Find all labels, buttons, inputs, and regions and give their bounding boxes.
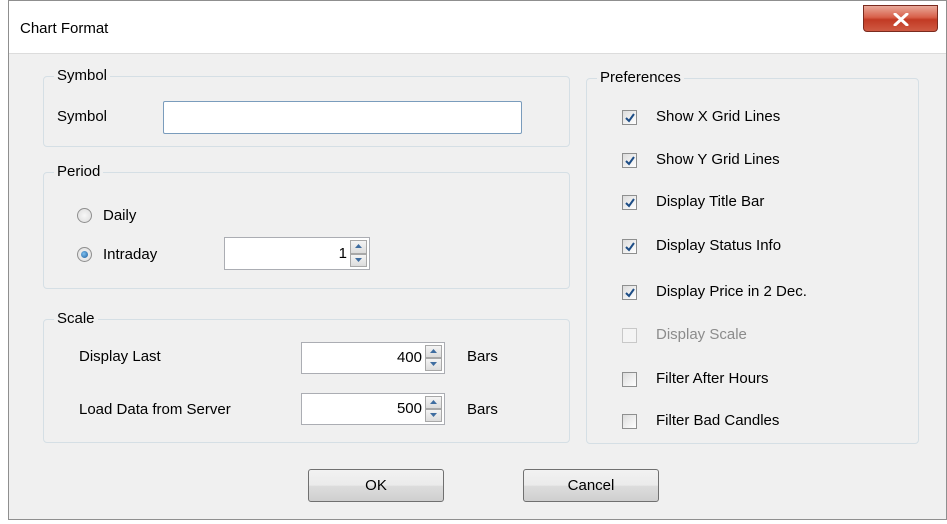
pref-label-0[interactable]: Show X Grid Lines — [656, 108, 780, 125]
pref-label-5: Display Scale — [656, 326, 747, 343]
daily-label[interactable]: Daily — [103, 207, 136, 224]
symbol-group-legend: Symbol — [54, 67, 111, 84]
pref-label-3[interactable]: Display Status Info — [656, 237, 781, 254]
title-bar: Chart Format — [9, 1, 946, 54]
intraday-radio[interactable] — [77, 247, 92, 262]
preferences-group: Preferences Show X Grid Lines Show Y Grid… — [586, 69, 919, 444]
symbol-group: Symbol Symbol — [43, 67, 570, 147]
pref-label-2[interactable]: Display Title Bar — [656, 193, 764, 210]
pref-label-7[interactable]: Filter Bad Candles — [656, 412, 779, 429]
checkmark-icon — [625, 198, 635, 208]
display-last-up-arrow[interactable] — [425, 345, 442, 358]
pref-checkbox-0[interactable] — [622, 110, 637, 125]
pref-label-6[interactable]: Filter After Hours — [656, 370, 769, 387]
checkmark-icon — [625, 156, 635, 166]
load-data-unit: Bars — [467, 401, 498, 418]
scale-group-legend: Scale — [54, 310, 98, 327]
intraday-stepper[interactable]: 1 — [224, 237, 370, 270]
symbol-label: Symbol — [57, 108, 108, 125]
pref-label-4[interactable]: Display Price in 2 Dec. — [656, 283, 807, 300]
daily-radio[interactable] — [77, 208, 92, 223]
intraday-down-arrow[interactable] — [350, 253, 367, 267]
scale-group: Scale Display Last 400 Bars Load Data fr… — [43, 310, 570, 443]
close-icon — [893, 13, 909, 26]
ok-button[interactable]: OK — [308, 469, 444, 502]
chevron-up-icon — [355, 244, 362, 248]
checkmark-icon — [625, 242, 635, 252]
preferences-group-legend: Preferences — [597, 69, 684, 86]
pref-checkbox-7[interactable] — [622, 414, 637, 429]
load-data-label: Load Data from Server — [79, 401, 231, 418]
pref-checkbox-2[interactable] — [622, 195, 637, 210]
display-last-label: Display Last — [79, 348, 161, 365]
pref-checkbox-4[interactable] — [622, 285, 637, 300]
checkmark-icon — [625, 288, 635, 298]
pref-checkbox-1[interactable] — [622, 153, 637, 168]
chevron-up-icon — [430, 400, 437, 404]
window-title: Chart Format — [20, 20, 109, 37]
pref-label-1[interactable]: Show Y Grid Lines — [656, 151, 780, 168]
intraday-label[interactable]: Intraday — [103, 246, 157, 263]
period-group-legend: Period — [54, 163, 104, 180]
pref-checkbox-3[interactable] — [622, 239, 637, 254]
display-last-stepper[interactable]: 400 — [301, 342, 445, 374]
intraday-value[interactable]: 1 — [339, 245, 347, 262]
chart-format-dialog: Chart Format Symbol Symbol Period Daily … — [8, 0, 947, 520]
pref-checkbox-6[interactable] — [622, 372, 637, 387]
checkmark-icon — [625, 113, 635, 123]
cancel-button[interactable]: Cancel — [523, 469, 659, 502]
intraday-up-arrow[interactable] — [350, 240, 367, 254]
display-last-unit: Bars — [467, 348, 498, 365]
load-data-value[interactable]: 500 — [397, 400, 422, 417]
chevron-up-icon — [430, 349, 437, 353]
display-last-value[interactable]: 400 — [397, 349, 422, 366]
load-data-up-arrow[interactable] — [425, 396, 442, 409]
chevron-down-icon — [355, 257, 362, 262]
display-last-down-arrow[interactable] — [425, 358, 442, 371]
close-button[interactable] — [863, 5, 938, 32]
load-data-down-arrow[interactable] — [425, 409, 442, 422]
load-data-stepper[interactable]: 500 — [301, 393, 445, 425]
pref-checkbox-5 — [622, 328, 637, 343]
period-group: Period Daily Intraday 1 — [43, 163, 570, 289]
chevron-down-icon — [430, 413, 437, 417]
chevron-down-icon — [430, 362, 437, 366]
symbol-input[interactable] — [163, 101, 522, 134]
